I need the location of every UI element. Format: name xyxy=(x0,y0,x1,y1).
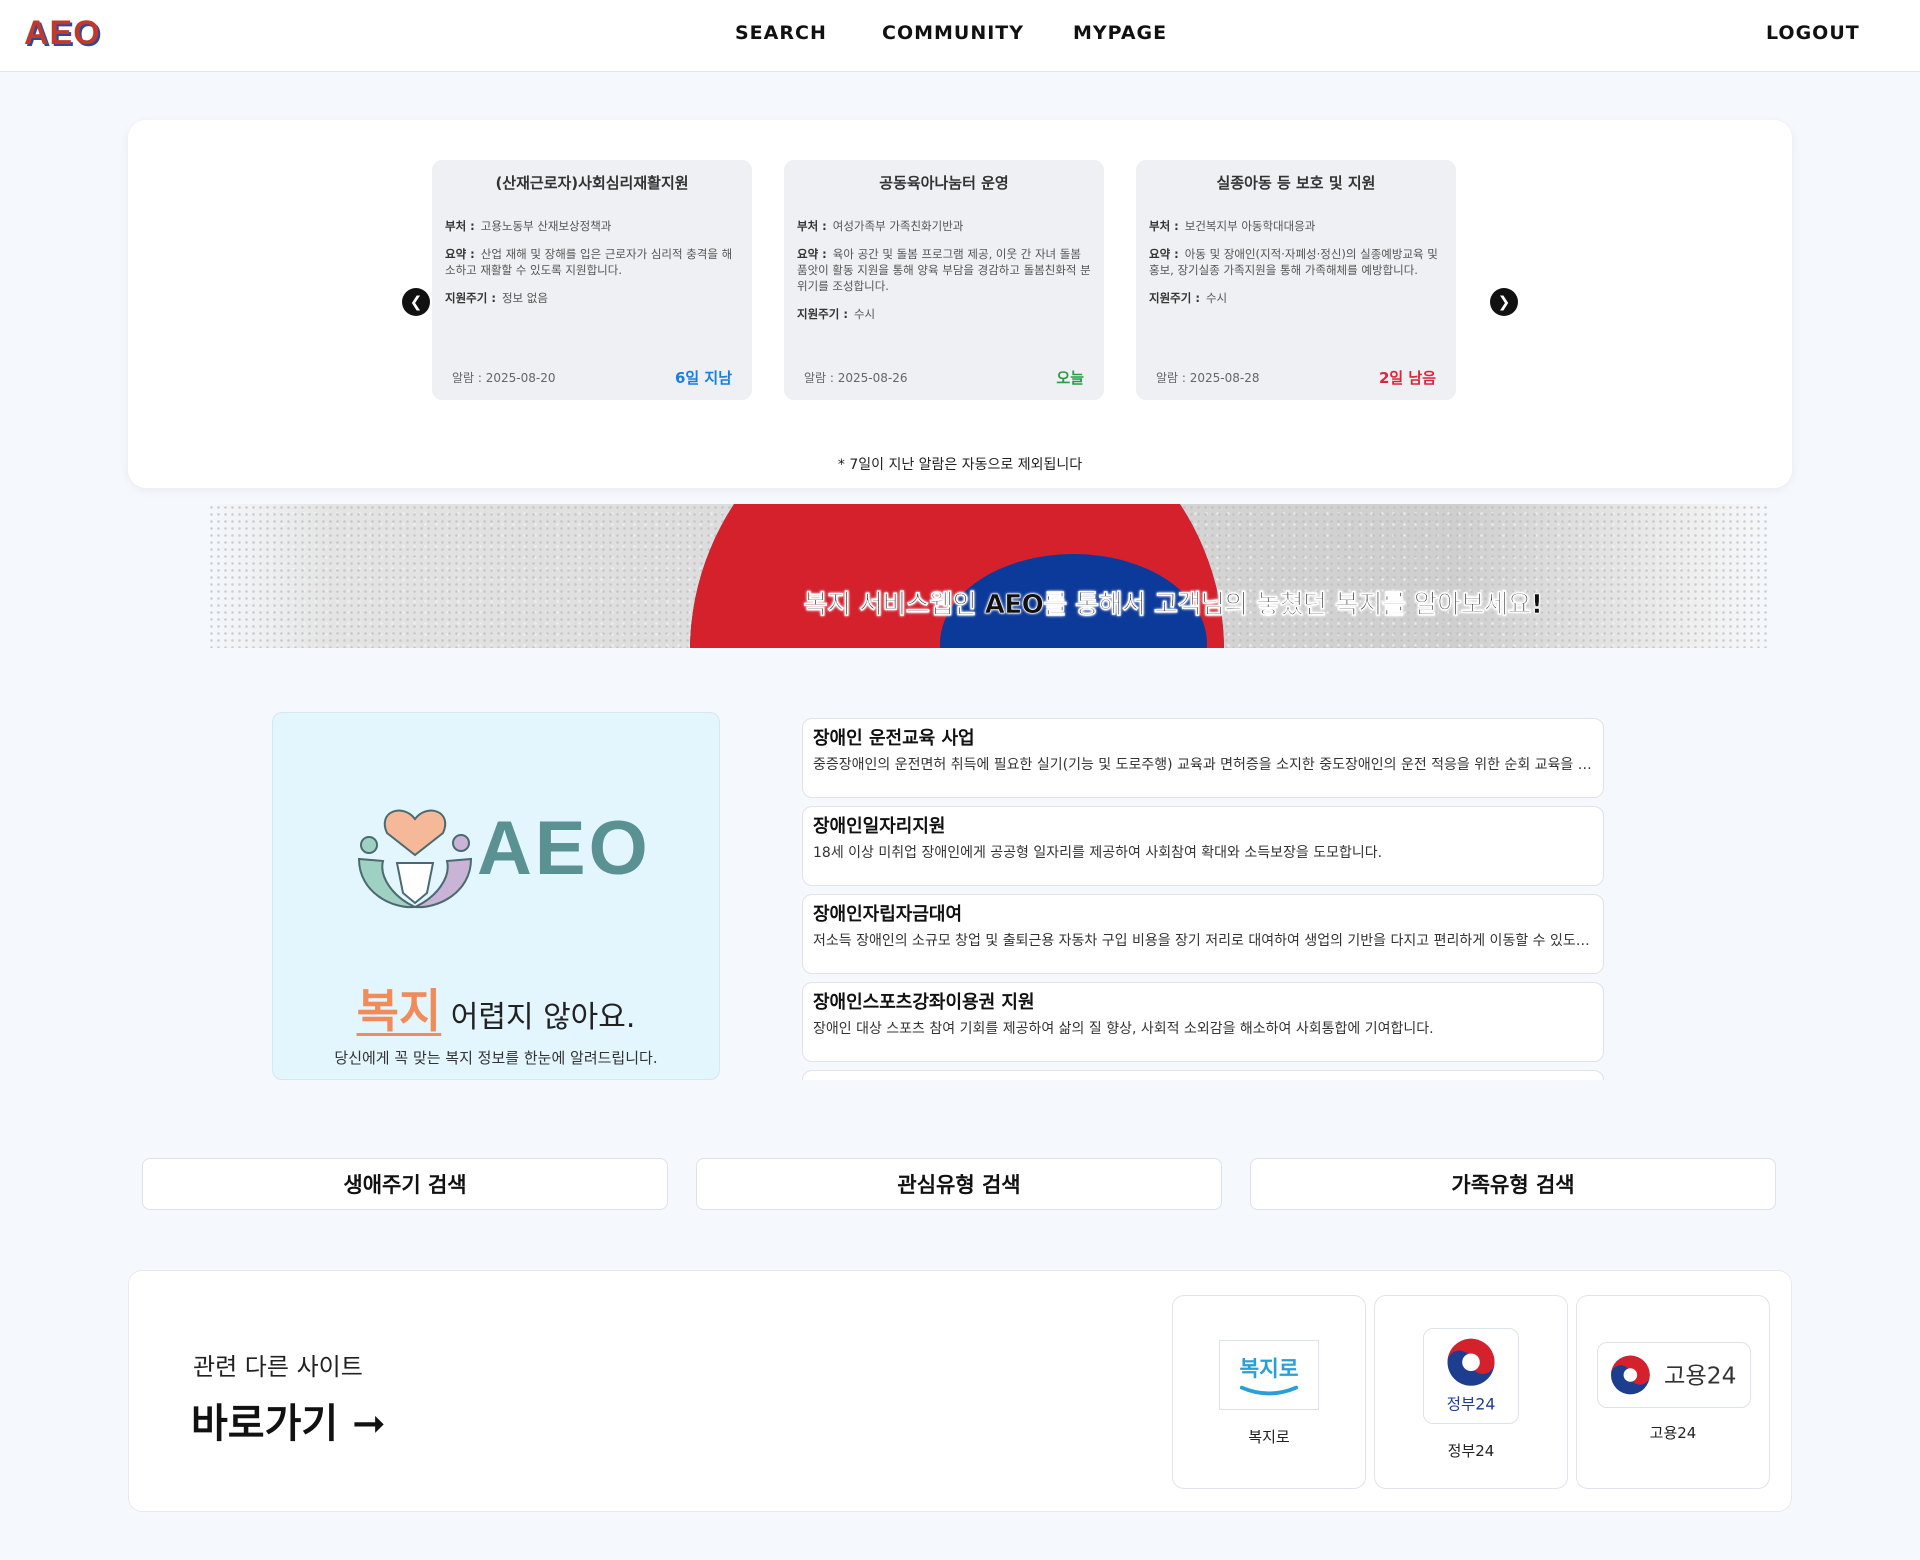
alert-card-date: 알람 : 2025-08-26 xyxy=(804,371,908,385)
alert-card-date: 알람 : 2025-08-20 xyxy=(452,371,556,385)
banner-text: 복지 서비스웹인 AEO를 통해서 고객님의 놓쳤던 복지를 알아보세요! xyxy=(803,590,1543,621)
alert-card-status: 오늘 xyxy=(1056,369,1084,387)
alert-card-status: 6일 지남 xyxy=(674,369,732,387)
list-item-desc: 중증장애인의 운전면허 취득에 필요한 실기(기능 및 도로주행) 교육과 면허… xyxy=(813,757,1593,773)
welfare-list[interactable]: 장애인 운전교육 사업 중증장애인의 운전면허 취득에 필요한 실기(기능 및 … xyxy=(802,718,1606,1080)
alert-notice: * 7일이 지난 알람은 자동으로 제외됩니다 xyxy=(837,457,1083,473)
logout-button[interactable]: LOGOUT xyxy=(1766,22,1860,44)
site-name: 복지로 xyxy=(1248,1428,1290,1446)
chevron-right-icon: ❯ xyxy=(1497,293,1511,311)
intro-box: AEO 복지 어렵지 않아요. 당신에게 꼭 맞는 복지 정보를 한눈에 알려드… xyxy=(272,712,720,1080)
alert-card-status: 2일 남음 xyxy=(1378,369,1436,387)
alert-card-title: 실종아동 등 보호 및 지원 xyxy=(1216,174,1376,192)
svg-text:복지로: 복지로 xyxy=(1240,1357,1299,1382)
list-item[interactable]: 장애인자립자금대여 저소득 장애인의 소규모 창업 및 출퇴근용 자동차 구입 … xyxy=(802,894,1604,974)
interest-search-button[interactable]: 관심유형 검색 xyxy=(696,1158,1222,1210)
list-item[interactable] xyxy=(802,1070,1604,1080)
site-card-goyong24[interactable]: 고용24 고용24 xyxy=(1576,1295,1770,1489)
alert-card-dept: 부처 : 여성가족부 가족친화기반과 xyxy=(797,219,964,233)
alert-card-cycle: 지원주기 : 정보 없음 xyxy=(445,291,548,305)
site-logo[interactable]: AEO xyxy=(24,14,101,53)
intro-headline: 복지 어렵지 않아요. xyxy=(356,984,636,1038)
alert-card-date: 알람 : 2025-08-28 xyxy=(1156,371,1260,385)
carousel-next-button[interactable]: ❯ xyxy=(1490,288,1518,316)
gov24-logo: 정부24 xyxy=(1423,1328,1519,1424)
chevron-left-icon: ❮ xyxy=(409,293,423,311)
related-sites-label: 관련 다른 사이트 xyxy=(193,1353,363,1381)
intro-logo-text: AEO xyxy=(477,806,651,891)
bokjiro-logo: 복지로 xyxy=(1219,1340,1319,1410)
taegeuk-emblem xyxy=(690,504,1224,648)
list-item-desc: 저소득 장애인의 소규모 창업 및 출퇴근용 자동차 구입 비용을 장기 저리로… xyxy=(813,933,1593,949)
alert-card-summary: 요약 : 아동 및 장애인(지적·자폐성·정신)의 실종예방교육 및 홍보, 장기… xyxy=(1149,247,1438,277)
carousel-prev-button[interactable]: ❮ xyxy=(402,288,430,316)
lifecycle-search-button[interactable]: 생애주기 검색 xyxy=(142,1158,668,1210)
top-header: AEO SEARCH COMMUNITY MYPAGE LOGOUT xyxy=(0,0,1920,72)
list-item-title: 장애인자립자금대여 xyxy=(813,904,963,925)
alert-card-title: 공동육아나눔터 운영 xyxy=(879,174,1009,192)
nav-mypage[interactable]: MYPAGE xyxy=(1073,22,1167,44)
alert-card-dept: 부처 : 보건복지부 아동학대대응과 xyxy=(1149,219,1316,233)
alert-card-summary: 요약 : 육아 공간 및 돌봄 프로그램 제공, 이웃 간 자녀 돌봄 품앗이 활… xyxy=(797,247,1091,293)
family-search-button[interactable]: 가족유형 검색 xyxy=(1250,1158,1776,1210)
nav-community[interactable]: COMMUNITY xyxy=(882,22,1024,44)
list-item[interactable]: 장애인 운전교육 사업 중증장애인의 운전면허 취득에 필요한 실기(기능 및 … xyxy=(802,718,1604,798)
svg-text:고용24: 고용24 xyxy=(1664,1363,1736,1390)
list-item-title: 장애인일자리지원 xyxy=(813,816,946,837)
list-item-desc: 장애인 대상 스포츠 참여 기회를 제공하여 삶의 질 향상, 사회적 소외감을… xyxy=(813,1021,1434,1037)
related-sites: 관련 다른 사이트 바로가기 ➞ 복지로 복지로 정부24 정부24 고용24 … xyxy=(128,1270,1792,1512)
alert-card-summary: 요약 : 산업 재해 및 장해를 입은 근로자가 심리적 충격을 해소하고 재활할… xyxy=(445,247,733,277)
list-item-title: 장애인스포츠강좌이용권 지원 xyxy=(813,992,1035,1013)
alert-card-title: (산재근로자)사회심리재활지원 xyxy=(495,174,689,192)
list-item-desc: 18세 이상 미취업 장애인에게 공공형 일자리를 제공하여 사회참여 확대와 … xyxy=(813,845,1383,861)
alert-card-cycle: 지원주기 : 수시 xyxy=(797,307,876,321)
alert-card-cycle: 지원주기 : 수시 xyxy=(1149,291,1228,305)
site-card-bokjiro[interactable]: 복지로 복지로 xyxy=(1172,1295,1366,1489)
alert-card[interactable]: 실종아동 등 보호 및 지원 부처 : 보건복지부 아동학대대응과 요약 : 아동 … xyxy=(1136,160,1456,400)
list-item[interactable]: 장애인스포츠강좌이용권 지원 장애인 대상 스포츠 참여 기회를 제공하여 삶의… xyxy=(802,982,1604,1062)
list-item-title: 장애인 운전교육 사업 xyxy=(813,728,975,749)
alert-card[interactable]: 공동육아나눔터 운영 부처 : 여성가족부 가족친화기반과 요약 : 육아 공간 및… xyxy=(784,160,1104,400)
list-item[interactable]: 장애인일자리지원 18세 이상 미취업 장애인에게 공공형 일자리를 제공하여 … xyxy=(802,806,1604,886)
site-card-gov24[interactable]: 정부24 정부24 xyxy=(1374,1295,1568,1489)
hero-banner: 복지 서비스웹인 AEO를 통해서 고객님의 놓쳤던 복지를 알아보세요! xyxy=(208,504,1768,648)
site-name: 고용24 xyxy=(1649,1424,1697,1442)
alert-carousel: ❮ (산재근로자)사회심리재활지원 부처 : 고용노동부 산재보상정책과 요약 :… xyxy=(128,120,1792,488)
nav-search[interactable]: SEARCH xyxy=(735,22,827,44)
alert-card[interactable]: (산재근로자)사회심리재활지원 부처 : 고용노동부 산재보상정책과 요약 : 산업… xyxy=(432,160,752,400)
svg-text:정부24: 정부24 xyxy=(1447,1394,1496,1413)
alert-card-dept: 부처 : 고용노동부 산재보상정책과 xyxy=(445,219,612,233)
site-name: 정부24 xyxy=(1447,1442,1495,1460)
intro-subtitle: 당신에게 꼭 맞는 복지 정보를 한눈에 알려드립니다. xyxy=(334,1049,658,1067)
goyong24-logo: 고용24 xyxy=(1597,1342,1751,1408)
related-sites-go-link[interactable]: 바로가기 ➞ xyxy=(191,1391,386,1449)
